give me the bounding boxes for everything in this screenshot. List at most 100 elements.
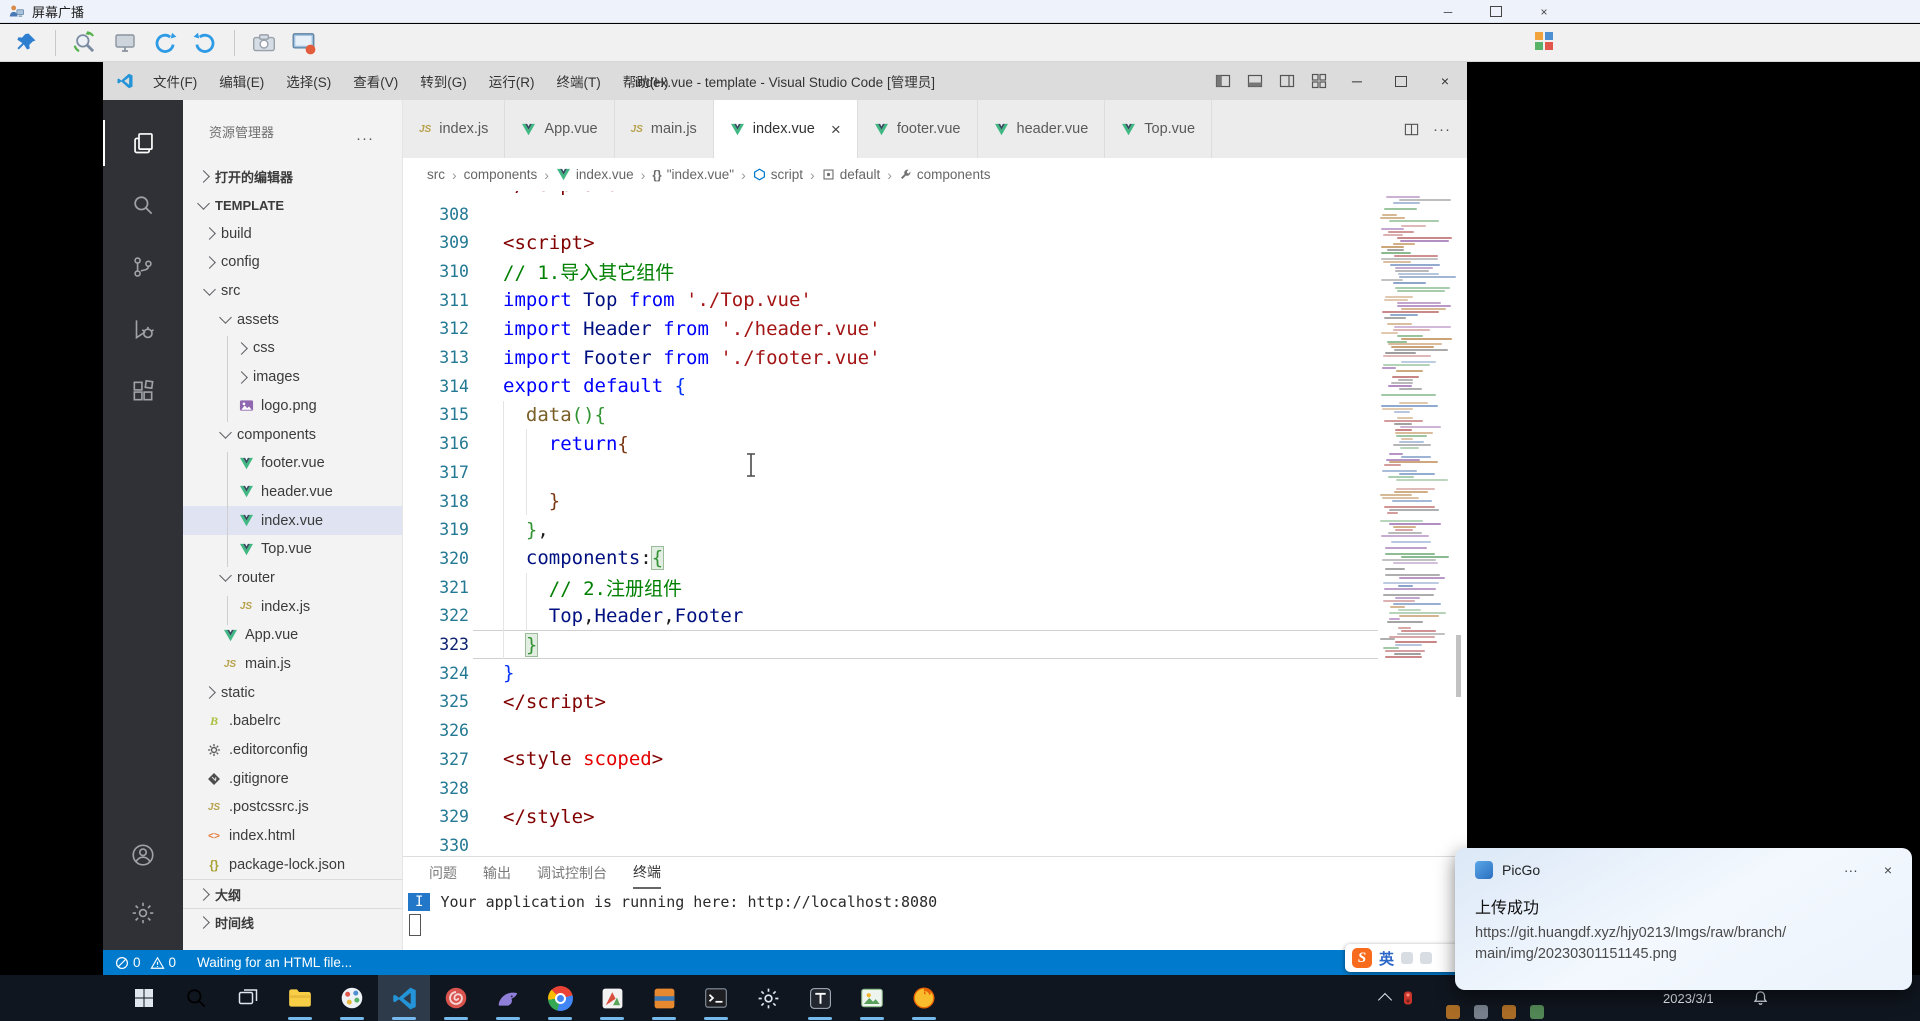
tray-expand-icon[interactable] [1378,993,1392,1007]
tab-footer.vue[interactable]: footer.vue [858,100,978,158]
tree-item-footer.vue[interactable]: footer.vue [183,449,402,478]
pin-button[interactable] [10,27,42,59]
vscode-close-button[interactable]: × [1423,62,1467,100]
tree-item-App.vue[interactable]: App.vue [183,621,402,650]
menu-编辑E[interactable]: 编辑(E) [208,62,275,100]
taskbar-terminal[interactable] [690,975,742,1021]
breadcrumb-item-components[interactable]: components [899,167,991,182]
zoom-capture-button[interactable] [69,27,101,59]
taskbar-firefox[interactable] [898,975,950,1021]
taskbar-chrome[interactable] [534,975,586,1021]
section-workspace[interactable]: TEMPLATE [183,191,402,220]
taskbar-start[interactable] [118,975,170,1021]
tree-item-src[interactable]: src [183,277,402,306]
vscode-maximize-button[interactable] [1379,62,1423,100]
section-大纲[interactable]: 大纲 [183,879,402,908]
broadcast-close-button[interactable]: × [1520,0,1568,23]
breadcrumb-item-components[interactable]: components [464,167,538,182]
menu-选择S[interactable]: 选择(S) [275,62,342,100]
sogou-input-bar[interactable]: S 英 [1345,944,1463,972]
tab-header.vue[interactable]: header.vue [978,100,1106,158]
menu-运行R[interactable]: 运行(R) [478,62,546,100]
menu-终端T[interactable]: 终端(T) [546,62,612,100]
taskbar-task-view[interactable] [222,975,274,1021]
taskbar-paint[interactable] [326,975,378,1021]
tree-item-header.vue[interactable]: header.vue [183,478,402,507]
sogou-tool-icon[interactable] [1401,952,1413,964]
menu-帮助H[interactable]: 帮助(H) [612,62,680,100]
tree-item-Top.vue[interactable]: Top.vue [183,535,402,564]
tray-red-app-icon[interactable] [1400,990,1416,1006]
tree-item-.postcssrc.js[interactable]: JS.postcssrc.js [183,793,402,822]
tree-item-router[interactable]: router [183,564,402,593]
code-editor[interactable]: 307</template>308309<script>310// 1.导入其它… [403,191,1467,856]
tree-item-main.js[interactable]: JSmain.js [183,650,402,679]
more-actions-icon[interactable]: ··· [1433,121,1451,138]
menu-文件F[interactable]: 文件(F) [142,62,208,100]
taskbar-settings[interactable] [742,975,794,1021]
explorer-more-actions-button[interactable]: ··· [356,130,374,147]
tree-item-index.html[interactable]: <>index.html [183,822,402,851]
tree-item-build[interactable]: build [183,219,402,248]
taskbar-dolphin-app[interactable] [482,975,534,1021]
input-language-indicator[interactable]: 英 [1379,948,1394,969]
taskbar-typora[interactable] [794,975,846,1021]
taskbar-search[interactable] [170,975,222,1021]
undo-button[interactable] [149,27,181,59]
taskbar-diagram-app[interactable] [586,975,638,1021]
layout-sidebar-right-icon[interactable] [1279,73,1295,89]
activity-search[interactable] [103,174,183,236]
taskbar-snail-app[interactable] [430,975,482,1021]
menu-转到G[interactable]: 转到(G) [409,62,478,100]
tree-item-index.vue[interactable]: index.vue [183,506,402,535]
tree-item-static[interactable]: static [183,678,402,707]
taskbar-orange-cube-app[interactable] [638,975,690,1021]
tree-item-package-lock.json[interactable]: {}package-lock.json [183,851,402,880]
tree-item-config[interactable]: config [183,248,402,277]
tab-Top.vue[interactable]: Top.vue [1105,100,1212,158]
breadcrumb-item-index.vue[interactable]: index.vue [556,167,634,182]
tab-index.js[interactable]: JSindex.js [403,100,505,158]
tree-item-.babelrc[interactable]: B.babelrc [183,707,402,736]
redo-button[interactable] [189,27,221,59]
layout-panel-icon[interactable] [1247,73,1263,89]
activity-settings[interactable] [103,884,183,942]
breadcrumb-item-default[interactable]: default [822,167,881,182]
activity-account[interactable] [103,826,183,884]
sogou-keyboard-icon[interactable] [1420,952,1432,964]
tree-item-css[interactable]: css [183,334,402,363]
broadcast-maximize-button[interactable] [1472,0,1520,23]
activity-explorer[interactable] [103,112,183,174]
tree-item-assets[interactable]: assets [183,305,402,334]
picgo-more-button[interactable]: ··· [1844,862,1858,878]
taskbar-image-viewer[interactable] [846,975,898,1021]
breadcrumb-item-index.vue[interactable]: {}"index.vue" [652,167,734,182]
activity-run-debug[interactable] [103,298,183,360]
section-时间线[interactable]: 时间线 [183,908,402,937]
section-open-editors[interactable]: 打开的编辑器 [183,162,402,191]
taskbar-vscode[interactable] [378,975,430,1021]
tree-item-components[interactable]: components [183,420,402,449]
activity-extensions[interactable] [103,360,183,422]
camera-button[interactable] [248,27,280,59]
vscode-minimize-button[interactable]: ─ [1335,62,1379,100]
tree-item-logo.png[interactable]: logo.png [183,392,402,421]
screen-share-button[interactable] [288,27,320,59]
activity-source-control[interactable] [103,236,183,298]
tree-item-.gitignore[interactable]: .gitignore [183,764,402,793]
panel-tab-问题[interactable]: 问题 [429,857,457,889]
tab-App.vue[interactable]: App.vue [505,100,614,158]
layout-sidebar-icon[interactable] [1215,73,1231,89]
picgo-close-button[interactable]: × [1884,862,1892,878]
taskbar-file-explorer[interactable] [274,975,326,1021]
broadcast-minimize-button[interactable]: ─ [1424,0,1472,23]
breadcrumb-item-src[interactable]: src [427,167,445,182]
breadcrumb-item-script[interactable]: script [753,167,803,182]
tab-main.js[interactable]: JSmain.js [615,100,714,158]
panel-tab-输出[interactable]: 输出 [483,857,511,889]
problems-status[interactable]: 0 0 [115,955,176,970]
tray-hidden-icons[interactable] [1446,1005,1544,1019]
tree-item-index.js[interactable]: JSindex.js [183,592,402,621]
minimap[interactable] [1380,193,1452,853]
color-grid-icon[interactable] [1534,31,1554,51]
